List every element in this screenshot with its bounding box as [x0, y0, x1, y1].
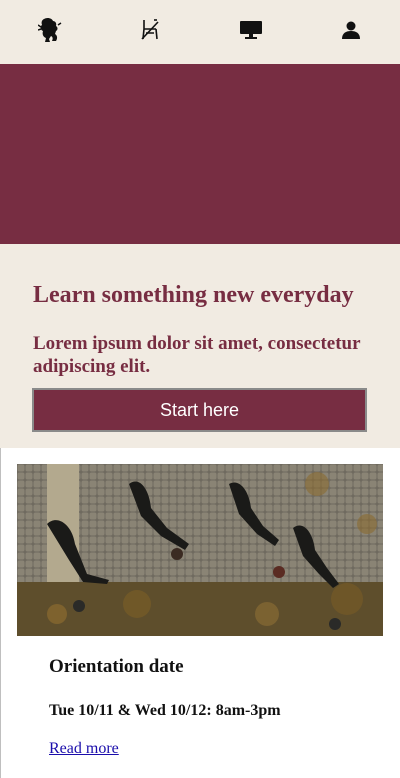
nav-digital[interactable] — [237, 16, 265, 44]
lion-logo-icon — [38, 17, 62, 42]
aerial-walkway-image — [17, 464, 383, 636]
intro-title: Learn something new everyday — [33, 282, 354, 308]
nav-account[interactable] — [337, 16, 365, 44]
intro-subtitle: Lorem ipsum dolor sit amet, consectetur … — [33, 333, 361, 377]
card-title: Orientation date — [49, 656, 184, 677]
page: Learn something new everyday Lorem ipsum… — [0, 0, 400, 778]
read-more-link[interactable]: Read more — [49, 740, 119, 758]
top-nav — [0, 0, 400, 64]
intro-section: Learn something new everyday Lorem ipsum… — [0, 244, 400, 448]
start-here-button[interactable]: Start here — [32, 388, 367, 432]
nav-furniture[interactable] — [136, 16, 164, 44]
event-card: Orientation date Tue 10/11 & Wed 10/12: … — [0, 448, 400, 778]
monitor-icon — [240, 21, 262, 39]
nav-home[interactable] — [36, 16, 64, 44]
crossed-chair-icon — [141, 19, 159, 40]
event-photo — [17, 464, 383, 636]
hero-banner — [0, 64, 400, 244]
card-date: Tue 10/11 & Wed 10/12: 8am-3pm — [49, 702, 281, 719]
user-icon — [342, 21, 360, 39]
